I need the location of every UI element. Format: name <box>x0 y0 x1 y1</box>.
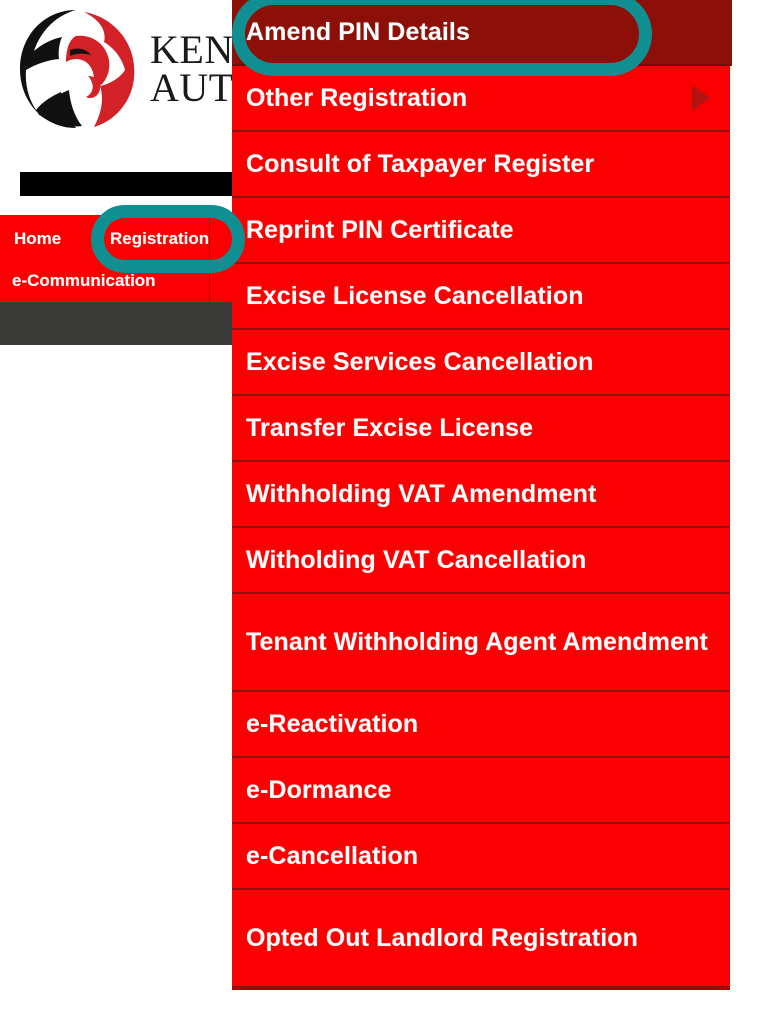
menu-item-label: Tenant Withholding Agent Amendment <box>246 627 708 656</box>
menu-item-label: Excise Services Cancellation <box>246 347 594 376</box>
menu-item[interactable]: e-Dormance <box>232 758 730 824</box>
menu-item[interactable]: Reprint PIN Certificate <box>232 198 730 264</box>
menu-item[interactable]: Amend PIN Details <box>232 0 732 66</box>
menu-item[interactable]: e-Reactivation <box>232 692 730 758</box>
nav-item-home[interactable]: Home <box>14 229 61 249</box>
menu-item[interactable]: Tenant Withholding Agent Amendment <box>232 594 730 692</box>
registration-dropdown-menu: Amend PIN Details Other Registration Consu… <box>232 0 732 990</box>
menu-item-label: Consult of Taxpayer Register <box>246 149 595 178</box>
menu-item-label: Reprint PIN Certificate <box>246 215 514 244</box>
menu-item[interactable]: Consult of Taxpayer Register <box>232 132 730 198</box>
page-root: Ken Auth Home Registration e-Communicati… <box>0 0 768 1024</box>
secondary-grey-bar <box>0 302 232 345</box>
header-divider-bar <box>20 172 232 196</box>
menu-item[interactable]: Opted Out Landlord Registration <box>232 890 730 988</box>
menu-item[interactable]: Other Registration <box>232 66 730 132</box>
menu-item-label: Other Registration <box>246 83 468 112</box>
menu-item[interactable]: Excise Services Cancellation <box>232 330 730 396</box>
menu-item[interactable]: e-Cancellation <box>232 824 730 890</box>
kra-lion-logo-icon <box>14 6 140 132</box>
menu-item[interactable]: Transfer Excise License <box>232 396 730 462</box>
menu-item-label: e-Reactivation <box>246 709 419 738</box>
nav-item-e-communication[interactable]: e-Communication <box>12 271 156 291</box>
nav-item-registration[interactable]: Registration <box>110 229 209 249</box>
menu-item-label: Opted Out Landlord Registration <box>246 923 638 952</box>
menu-item-label: Excise License Cancellation <box>246 281 584 310</box>
menu-item-label: e-Cancellation <box>246 841 419 870</box>
menu-item-label: Amend PIN Details <box>246 17 470 46</box>
menu-item[interactable]: Excise License Cancellation <box>232 264 730 330</box>
menu-item[interactable]: Withholding VAT Amendment <box>232 462 730 528</box>
menu-item-label: Withholding VAT Amendment <box>246 479 597 508</box>
menu-item-label: Transfer Excise License <box>246 413 534 442</box>
submenu-arrow-icon <box>692 85 710 111</box>
menu-item[interactable]: Witholding VAT Cancellation <box>232 528 730 594</box>
menu-item-label: e-Dormance <box>246 775 392 804</box>
menu-item-label: Witholding VAT Cancellation <box>246 545 587 574</box>
